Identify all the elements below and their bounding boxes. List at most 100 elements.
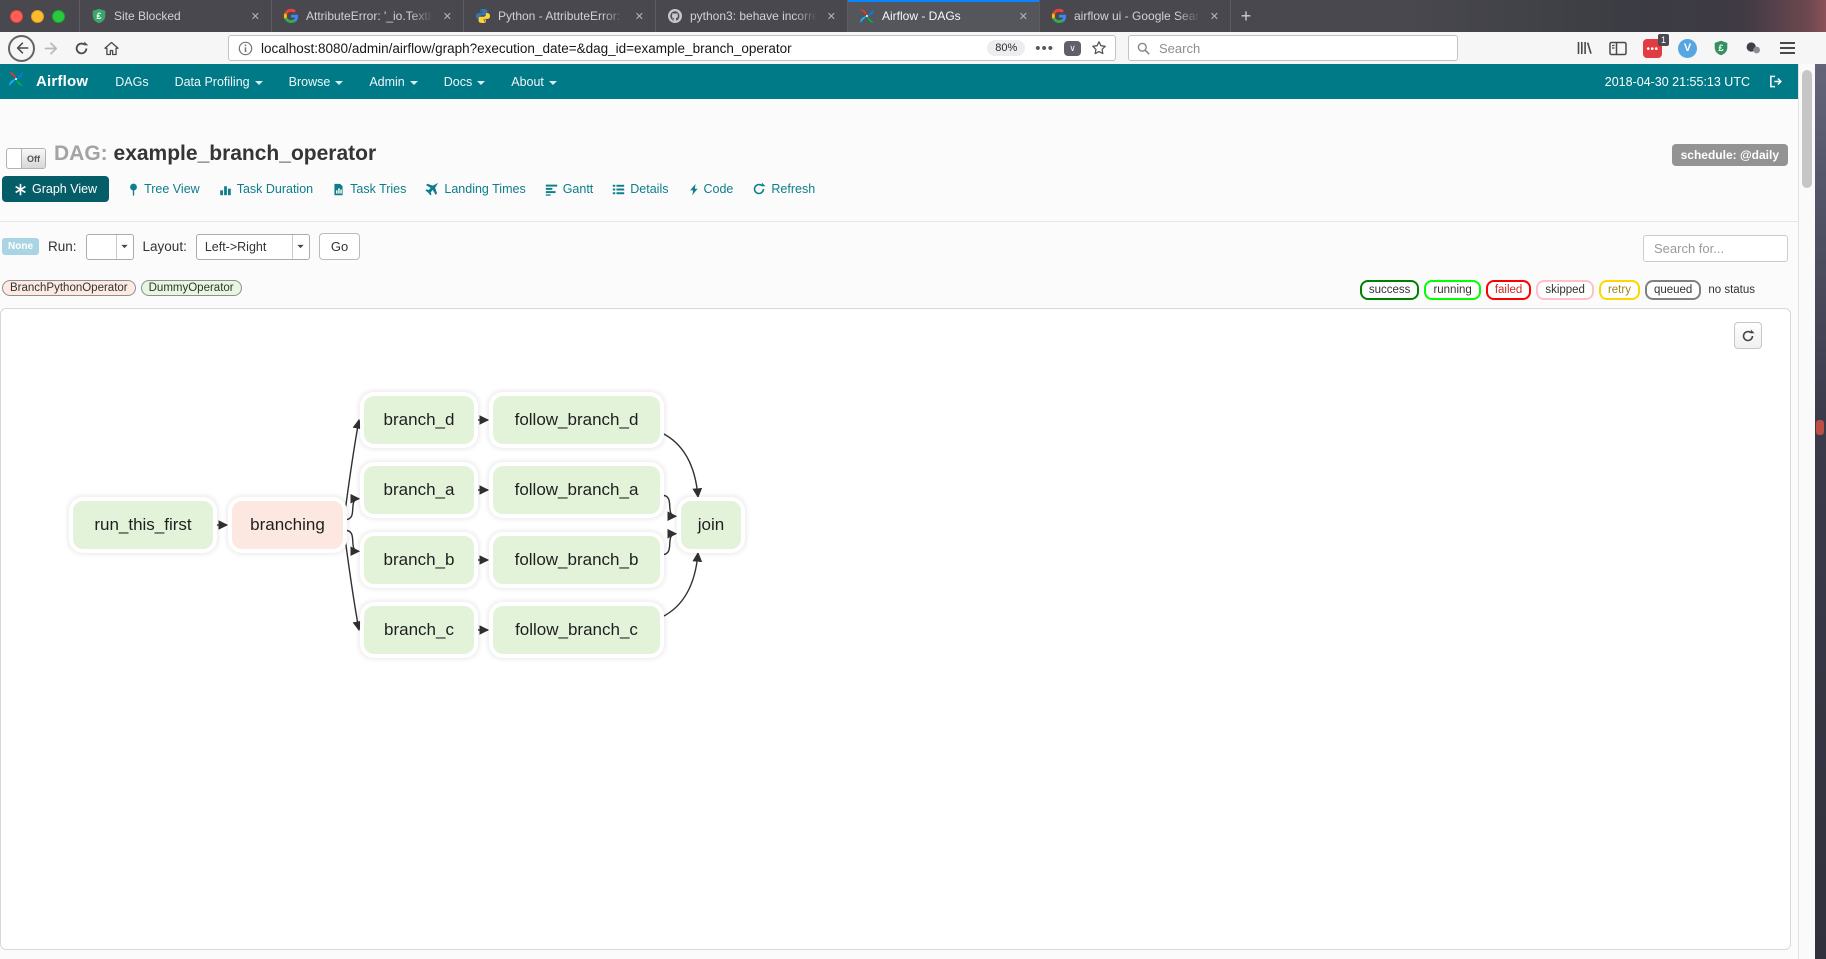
site-info-icon[interactable]: [238, 41, 253, 56]
tab-title: Python - AttributeError: '_io.Te: [498, 9, 625, 23]
status-legend-retry: retry: [1599, 280, 1640, 300]
task-node-branching[interactable]: branching: [232, 501, 343, 549]
forward-button[interactable]: [38, 35, 64, 61]
task-node-run_this_first[interactable]: run_this_first: [73, 501, 213, 549]
chevron-down-icon: [477, 81, 485, 85]
background-red-accent: [1816, 420, 1824, 435]
task-node-follow_branch_b[interactable]: follow_branch_b: [493, 536, 660, 584]
airflow-logo-icon: [8, 71, 30, 93]
privacy-shield-extension-icon[interactable]: £: [1713, 40, 1729, 57]
bookmark-star-icon[interactable]: [1091, 40, 1107, 56]
url-bar[interactable]: localhost:8080/admin/airflow/graph?execu…: [228, 35, 1116, 61]
view-tab-refresh[interactable]: Refresh: [752, 182, 815, 196]
browser-tab-2[interactable]: AttributeError: '_io.TextIOWrapp ✕: [271, 0, 463, 32]
scrollbar-thumb[interactable]: [1802, 70, 1812, 188]
run-select[interactable]: [86, 234, 134, 260]
airflow-brand[interactable]: Airflow: [8, 71, 88, 93]
home-button[interactable]: [98, 35, 124, 61]
view-tab-task-tries[interactable]: Task Tries: [332, 182, 406, 196]
layout-label: Layout:: [143, 239, 187, 254]
tracker-blocker-extension-icon[interactable]: [1745, 40, 1762, 56]
tab-close-icon[interactable]: ✕: [248, 8, 263, 25]
tab-close-icon[interactable]: ✕: [1016, 8, 1031, 25]
toolbar-extension-icons: ••• 1 V £: [1576, 39, 1795, 58]
tab-title: python3: behave incorrectly mo: [690, 9, 817, 23]
view-tab-gantt[interactable]: Gantt: [545, 182, 594, 196]
refresh-icon: [752, 182, 766, 196]
dag-edges: [1, 309, 1790, 949]
pocket-icon[interactable]: ∨: [1064, 41, 1081, 56]
task-search-input[interactable]: [1643, 235, 1788, 262]
reload-button[interactable]: [68, 35, 94, 61]
new-tab-button[interactable]: +: [1231, 0, 1261, 32]
status-legend-queued: queued: [1645, 280, 1701, 300]
edge-follow_branch_d-to-join: [662, 433, 698, 497]
page-scrollbar[interactable]: [1798, 64, 1815, 959]
minimize-window-button[interactable]: [31, 10, 44, 23]
logout-icon[interactable]: [1768, 74, 1784, 89]
library-icon[interactable]: [1576, 40, 1593, 56]
task-node-branch_a[interactable]: branch_a: [364, 466, 474, 514]
back-button[interactable]: [8, 35, 35, 62]
dag-graph-panel: run_this_first branching branch_d follow_br…: [0, 308, 1791, 950]
layout-select[interactable]: Left->Right: [196, 234, 310, 260]
edge-branching-to-branch_b: [345, 530, 359, 551]
close-window-button[interactable]: [10, 10, 23, 23]
github-favicon: [667, 8, 683, 24]
schedule-badge: schedule: @daily: [1672, 144, 1788, 166]
tab-close-icon[interactable]: ✕: [824, 8, 839, 25]
browser-search-input[interactable]: [1157, 40, 1449, 57]
browser-tab-3[interactable]: Python - AttributeError: '_io.Te ✕: [463, 0, 655, 32]
zoom-window-button[interactable]: [52, 10, 65, 23]
browser-tab-1[interactable]: ₤Site Blocked✕: [79, 0, 271, 32]
page-actions-icon[interactable]: •••: [1035, 40, 1054, 57]
view-tab-details[interactable]: Details: [612, 182, 668, 196]
task-node-branch_c[interactable]: branch_c: [364, 606, 474, 654]
view-tab-graph-view[interactable]: Graph View: [2, 176, 109, 202]
operator-legend-pill: BranchPythonOperator: [2, 280, 136, 296]
tab-close-icon[interactable]: ✕: [1207, 8, 1222, 25]
chevron-down-icon: [335, 81, 343, 85]
nav-item-dags[interactable]: DAGs: [102, 64, 161, 99]
nav-item-browse[interactable]: Browse: [276, 64, 357, 99]
url-text[interactable]: localhost:8080/admin/airflow/graph?execu…: [261, 41, 987, 56]
browser-tab-6[interactable]: airflow ui - Google Search✕: [1039, 0, 1231, 32]
view-tab-tree-view[interactable]: Tree View: [128, 182, 200, 196]
nav-item-docs[interactable]: Docs: [431, 64, 498, 99]
view-tab-code[interactable]: Code: [688, 182, 734, 196]
task-node-branch_b[interactable]: branch_b: [364, 536, 474, 584]
graph-refresh-button[interactable]: [1734, 322, 1762, 349]
task-node-branch_d[interactable]: branch_d: [364, 396, 474, 444]
browser-tab-4[interactable]: python3: behave incorrectly mo ✕: [655, 0, 847, 32]
browser-tab-5[interactable]: Airflow - DAGs✕: [847, 0, 1039, 32]
task-node-follow_branch_d[interactable]: follow_branch_d: [493, 396, 660, 444]
sidebar-icon[interactable]: [1609, 41, 1627, 56]
edge-branching-to-branch_d: [345, 420, 359, 512]
tab-close-icon[interactable]: ✕: [632, 8, 647, 25]
view-tab-task-duration[interactable]: Task Duration: [219, 182, 313, 196]
tab-close-icon[interactable]: ✕: [440, 8, 455, 25]
dag-pause-toggle[interactable]: Off: [6, 148, 46, 169]
nav-item-admin[interactable]: Admin: [356, 64, 430, 99]
svg-text:£: £: [1718, 43, 1723, 53]
task-node-join[interactable]: join: [681, 501, 741, 549]
password-manager-extension-icon[interactable]: ••• 1: [1643, 39, 1662, 58]
task-node-follow_branch_a[interactable]: follow_branch_a: [493, 466, 660, 514]
task-node-follow_branch_c[interactable]: follow_branch_c: [493, 606, 660, 654]
menu-hamburger-icon[interactable]: [1780, 42, 1795, 54]
blue-v-extension-icon[interactable]: V: [1678, 39, 1697, 58]
details-icon: [612, 183, 625, 196]
run-label: Run:: [48, 239, 77, 254]
nav-item-data-profiling[interactable]: Data Profiling: [162, 64, 276, 99]
dag-toggle-label: Off: [21, 149, 45, 168]
tab-title: AttributeError: '_io.TextIOWrapp: [306, 9, 433, 23]
nav-item-about[interactable]: About: [498, 64, 570, 99]
chevron-down-icon: [255, 81, 263, 85]
operator-legend-pill: DummyOperator: [141, 280, 242, 296]
zoom-level-badge[interactable]: 80%: [987, 40, 1025, 56]
go-button[interactable]: Go: [319, 233, 360, 260]
browser-search-bar[interactable]: [1128, 35, 1458, 61]
airflow-menu: DAGsData ProfilingBrowseAdminDocsAbout: [102, 64, 570, 99]
view-tab-landing-times[interactable]: Landing Times: [425, 182, 525, 196]
utc-clock: 2018-04-30 21:55:13 UTC: [1605, 75, 1750, 89]
